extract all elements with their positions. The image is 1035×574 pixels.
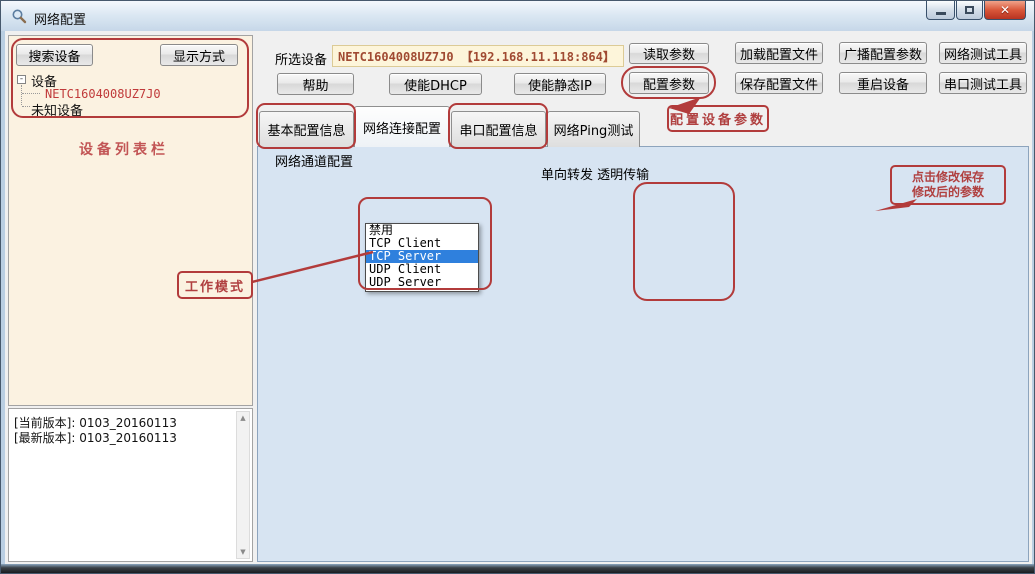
minimize-button[interactable] [926,1,955,20]
broadcast-config-button[interactable]: 广播配置参数 [839,42,927,64]
title-bar[interactable] [1,1,1035,31]
version-panel: [当前版本]: 0103_20160113 [最新版本]: 0103_20160… [8,408,253,562]
network-test-tool-button[interactable]: 网络测试工具 [939,42,1027,64]
tree-line [21,85,22,105]
tab-page [257,146,1029,562]
work-mode-dropdown-list: 禁用 TCP Client TCP Server UDP Client UDP … [365,223,479,292]
help-button[interactable]: 帮助 [277,73,354,95]
network-channel-group-title: 网络通道配置 [271,151,357,170]
window-bottom-edge [1,564,1035,574]
window-title: 网络配置 [34,9,86,28]
restart-device-button[interactable]: 重启设备 [839,72,927,94]
search-device-button[interactable]: 搜索设备 [16,44,93,66]
forward-group-title: 单向转发 透明传输 [537,164,653,183]
save-config-button[interactable]: 保存配置文件 [735,72,823,94]
minimize-icon [936,12,946,15]
close-button[interactable]: ✕ [984,1,1026,20]
selected-device-label: 所选设备 [275,49,327,68]
tab-network-connect-config[interactable]: 网络连接配置 [354,106,450,147]
tree-line [22,106,30,107]
tab-serial-config[interactable]: 串口配置信息 [451,111,546,147]
app-magnifier-icon [11,8,27,24]
read-params-button[interactable]: 读取参数 [629,43,709,64]
annotation-config-callout: 配置设备参数 [667,105,769,132]
latest-version-text: [最新版本]: 0103_20160113 [14,429,177,446]
annotation-work-mode-callout: 工作模式 [177,271,253,299]
maximize-button[interactable] [956,1,983,20]
window-controls: ✕ [925,1,1026,20]
tab-basic-config[interactable]: 基本配置信息 [259,111,354,147]
maximize-icon [965,6,974,14]
scroll-down-icon[interactable]: ▼ [237,548,249,556]
annotation-modify-callout: 点击修改保存 修改后的参数 [890,165,1006,205]
annotation-device-list-label: 设备列表栏 [79,139,169,159]
app-window: 网络配置 ✕ 搜索设备 显示方式 - 设备 NETC1604008UZ7J0 未… [0,0,1035,574]
display-mode-button[interactable]: 显示方式 [160,44,238,66]
tree-node-device-id[interactable]: NETC1604008UZ7J0 [45,87,161,101]
annotation-modify-line2: 修改后的参数 [912,185,984,200]
tab-network-ping[interactable]: 网络Ping测试 [547,111,640,147]
selected-device-field: NETC1604008UZ7J0 【192.168.11.118:864】 [332,45,624,67]
serial-test-tool-button[interactable]: 串口测试工具 [939,72,1027,94]
tree-collapse-icon[interactable]: - [17,75,26,84]
version-scrollbar[interactable]: ▲ ▼ [236,411,250,559]
load-config-button[interactable]: 加载配置文件 [735,42,823,64]
annotation-modify-line1: 点击修改保存 [912,170,984,185]
tree-node-unknown[interactable]: 未知设备 [31,100,83,119]
tree-line [22,93,40,94]
dropdown-option[interactable]: UDP Server [366,276,478,289]
enable-dhcp-button[interactable]: 使能DHCP [389,73,482,95]
scroll-up-icon[interactable]: ▲ [237,414,249,422]
close-icon: ✕ [1000,3,1010,17]
config-params-button[interactable]: 配置参数 [629,72,709,94]
enable-static-ip-button[interactable]: 使能静态IP [514,73,606,95]
